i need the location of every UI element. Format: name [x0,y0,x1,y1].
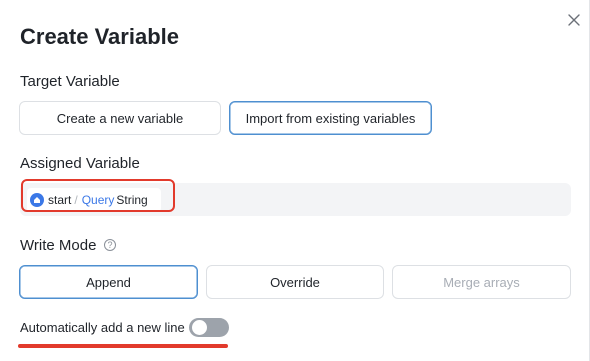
chip-node-name: start [48,193,72,207]
target-variable-label: Target Variable [20,73,120,90]
help-icon[interactable]: ? [104,239,116,251]
create-variable-dialog: Create Variable Target Variable Create a… [0,0,590,361]
toggle-knob [192,320,207,335]
merge-arrays-button[interactable]: Merge arrays [392,265,571,299]
import-existing-variables-button[interactable]: Import from existing variables [229,101,432,135]
chip-variable-name: String [116,193,148,207]
auto-newline-toggle[interactable] [189,318,229,337]
override-button[interactable]: Override [206,265,384,299]
close-icon[interactable] [566,12,582,28]
highlight-underline [18,344,228,348]
auto-newline-label: Automatically add a new line [20,320,185,335]
dialog-title: Create Variable [20,24,179,49]
start-node-icon [30,193,44,207]
write-mode-label: Write Mode [20,237,97,254]
create-new-variable-button[interactable]: Create a new variable [19,101,221,135]
variable-chip[interactable]: start / Query String [27,188,161,212]
assigned-variable-label: Assigned Variable [20,155,140,172]
append-button[interactable]: Append [19,265,198,299]
chip-separator: / [74,193,78,207]
chip-query: Query [81,193,115,207]
